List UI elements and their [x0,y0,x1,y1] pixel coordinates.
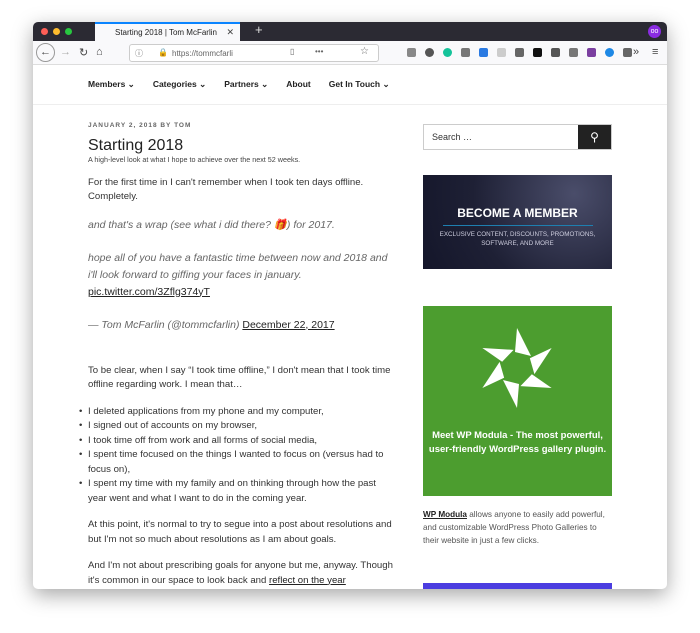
private-mask-icon: oo [648,25,661,38]
search-button[interactable]: ⚲ [578,125,611,149]
extension-icon[interactable] [533,48,542,57]
extension-icon[interactable] [623,48,632,57]
minimize-button[interactable] [53,28,60,35]
more-actions-icon[interactable]: ••• [315,47,323,56]
divider [33,104,667,105]
post-title: Starting 2018 [88,136,184,154]
site-nav: Members ⌄ Categories ⌄ Partners ⌄ About … [88,79,390,90]
home-button[interactable]: ⌂ [96,46,103,58]
extension-icon[interactable] [461,48,470,57]
reflect-link[interactable]: reflect on the year [269,575,346,586]
lock-icon: 🔒 [158,48,168,57]
list-item: I spent my time with my family and on th… [79,477,393,506]
forward-button[interactable]: → [60,46,71,58]
paragraph: At this point, it's normal to try to seg… [88,519,392,545]
paragraph: And I'm not about prescribing goals for … [88,559,393,588]
become-member-banner[interactable]: BECOME A MEMBER EXCLUSIVE CONTENT, DISCO… [423,175,612,269]
back-button[interactable]: ← [36,43,55,62]
nav-get-in-touch[interactable]: Get In Touch ⌄ [329,79,390,90]
post-meta: JANUARY 2, 2018 BY TOM [88,122,192,129]
tab-active[interactable]: Starting 2018 | Tom McFarlin ✕ [95,22,240,41]
nav-toolbar: ← → ↻ ⌂ ⓘ 🔒 https://tommcfarli ▯ ••• ☆ »… [33,41,667,65]
close-tab-icon[interactable]: ✕ [226,27,234,38]
search-icon: ⚲ [590,130,599,144]
overflow-icon[interactable]: » [633,46,639,58]
browser-window: Starting 2018 | Tom McFarlin ✕ + oo ← → ↻… [33,22,667,589]
url-text: https://tommcfarli [172,49,233,58]
tab-bar: Starting 2018 | Tom McFarlin ✕ + oo [33,22,667,41]
nav-members[interactable]: Members ⌄ [88,79,135,90]
paragraph: For the first time in I can't remember w… [88,176,364,203]
extension-icon[interactable] [497,48,506,57]
web-page: Members ⌄ Categories ⌄ Partners ⌄ About … [33,65,667,589]
list-item: I spent time focused on the things I wan… [79,448,393,477]
grammarly-icon[interactable] [443,48,452,57]
wp-modula-link[interactable]: WP Modula [423,510,467,519]
tweet-pic-link[interactable]: pic.twitter.com/3Zflg374yT [88,286,210,298]
banner-subtitle: EXCLUSIVE CONTENT, DISCOUNTS, PROMOTIONS… [439,231,596,247]
modula-logo-icon [482,328,552,408]
extension-icon[interactable] [605,48,614,57]
extension-icon[interactable] [551,48,560,57]
modula-description: WP Modula allows anyone to easily add po… [423,508,612,547]
bookmark-star-icon[interactable]: ☆ [360,46,369,57]
extension-icon[interactable] [479,48,488,57]
paragraph-text: And I'm not about prescribing goals for … [88,560,393,586]
onenote-icon[interactable] [587,48,596,57]
nav-categories[interactable]: Categories ⌄ [153,79,206,90]
modula-banner-text: Meet WP Modula - The most powerful, user… [428,430,607,455]
info-icon[interactable]: ⓘ [135,48,143,59]
menu-icon[interactable]: ≡ [652,46,658,58]
tweet-text: hope all of you have a fantastic time be… [88,251,388,281]
nav-about[interactable]: About [286,79,311,90]
list: I deleted applications from my phone and… [79,405,393,507]
tweet-date-link[interactable]: December 22, 2017 [242,319,334,331]
list-item: I deleted applications from my phone and… [79,405,393,420]
sidebar-icon[interactable] [515,48,524,57]
paragraph: To be clear, when I say “I took time off… [88,364,391,391]
tweet-author: — Tom McFarlin (@tommcfarlin) [88,318,240,331]
search-field[interactable]: Search … ⚲ [423,124,612,150]
library-icon[interactable] [407,48,416,57]
embedded-tweet: and that's a wrap (see what i did there?… [88,217,393,334]
list-item: I signed out of accounts on my browser, [79,419,393,434]
nav-partners[interactable]: Partners ⌄ [224,79,268,90]
url-bar[interactable]: ⓘ 🔒 https://tommcfarli ▯ ••• ☆ [129,44,379,62]
search-placeholder: Search … [432,132,473,142]
divider [442,225,593,226]
sidebar-ad[interactable] [423,583,612,589]
tweet-text: and that's a wrap (see what i did there?… [88,218,335,231]
modula-ad[interactable]: Meet WP Modula - The most powerful, user… [423,306,612,496]
post-subtitle: A high-level look at what I hope to achi… [88,154,301,164]
post: JANUARY 2, 2018 BY TOM Starting 2018 A h… [79,119,393,588]
close-window-button[interactable] [41,28,48,35]
extension-icon[interactable] [569,48,578,57]
maximize-button[interactable] [65,28,72,35]
1password-icon[interactable] [425,48,434,57]
banner-title: BECOME A MEMBER [457,206,578,220]
reader-icon[interactable]: ▯ [290,47,294,56]
tab-title: Starting 2018 | Tom McFarlin [115,28,217,37]
new-tab-button[interactable]: + [255,22,263,37]
reload-button[interactable]: ↻ [79,46,88,59]
list-item: I took time off from work and all forms … [79,434,393,449]
